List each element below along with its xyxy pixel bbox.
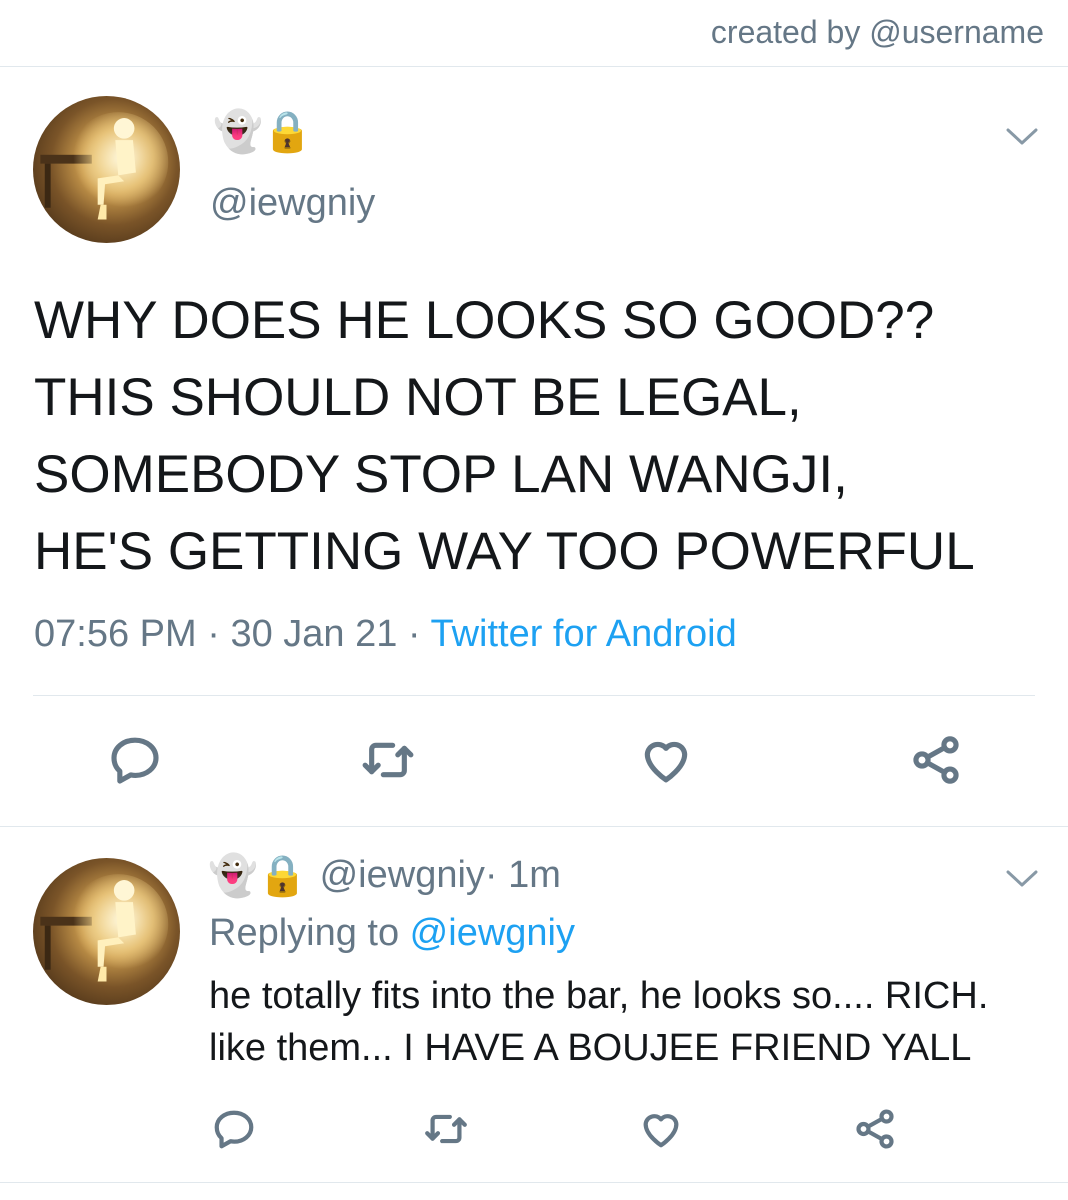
tweet-divider (0, 826, 1068, 827)
avatar-glowing-figure-image (40, 112, 169, 220)
retweet-icon (425, 1114, 467, 1144)
reply-icon (214, 1110, 254, 1149)
tweet-actions (0, 732, 1068, 788)
author-handle[interactable]: @iewgniy (320, 854, 485, 897)
reply-icon (111, 737, 159, 784)
replying-to-label: Replying to (209, 912, 410, 954)
like-button[interactable] (638, 1106, 684, 1152)
retweet-button[interactable] (423, 1106, 469, 1152)
heart-icon (644, 741, 688, 783)
chevron-down-icon[interactable] (1004, 124, 1040, 148)
tweet-text: WHY DOES HE LOOKS SO GOOD?? THIS SHOULD … (34, 291, 975, 581)
reply-actions (0, 1106, 1068, 1152)
heart-icon (643, 1114, 679, 1148)
retweet-icon (362, 742, 414, 778)
reply-button[interactable] (107, 732, 163, 788)
avatar-glowing-figure-image (40, 874, 169, 982)
header-divider (0, 66, 1068, 67)
avatar[interactable] (33, 858, 180, 1005)
reply-button[interactable] (211, 1106, 257, 1152)
divider (33, 695, 1035, 696)
retweet-button[interactable] (360, 732, 416, 788)
share-button[interactable] (852, 1106, 898, 1152)
replying-to: Replying to @iewgniy (209, 912, 575, 955)
tweet-source-link[interactable]: Twitter for Android (430, 613, 736, 655)
tweet-date: 30 Jan 21 (230, 613, 398, 655)
creator-credit: created by @username (710, 14, 1044, 50)
tweet-age: · 1m (484, 854, 561, 896)
like-button[interactable] (638, 732, 694, 788)
meta-separator: · (397, 613, 431, 655)
tweet-time: 07:56 PM (34, 613, 197, 655)
meta-separator: · (196, 613, 231, 655)
tweet-metadata: 07:56 PM · 30 Jan 21 · Twitter for Andro… (34, 613, 737, 656)
chevron-down-icon[interactable] (1004, 866, 1040, 890)
replying-to-mention[interactable]: @iewgniy (410, 912, 575, 954)
share-icon (856, 1109, 894, 1149)
share-button[interactable] (908, 732, 964, 788)
reply-text: he totally fits into the bar, he looks s… (209, 975, 989, 1069)
account-badges: 👻🔒 (208, 854, 308, 898)
share-icon (913, 736, 959, 784)
avatar[interactable] (33, 96, 180, 243)
account-badges: 👻🔒 (213, 110, 313, 154)
author-handle[interactable]: @iewgniy (210, 182, 375, 225)
reply-header: 👻🔒 @iewgniy · 1m (208, 852, 561, 899)
bottom-divider (0, 1182, 1068, 1183)
